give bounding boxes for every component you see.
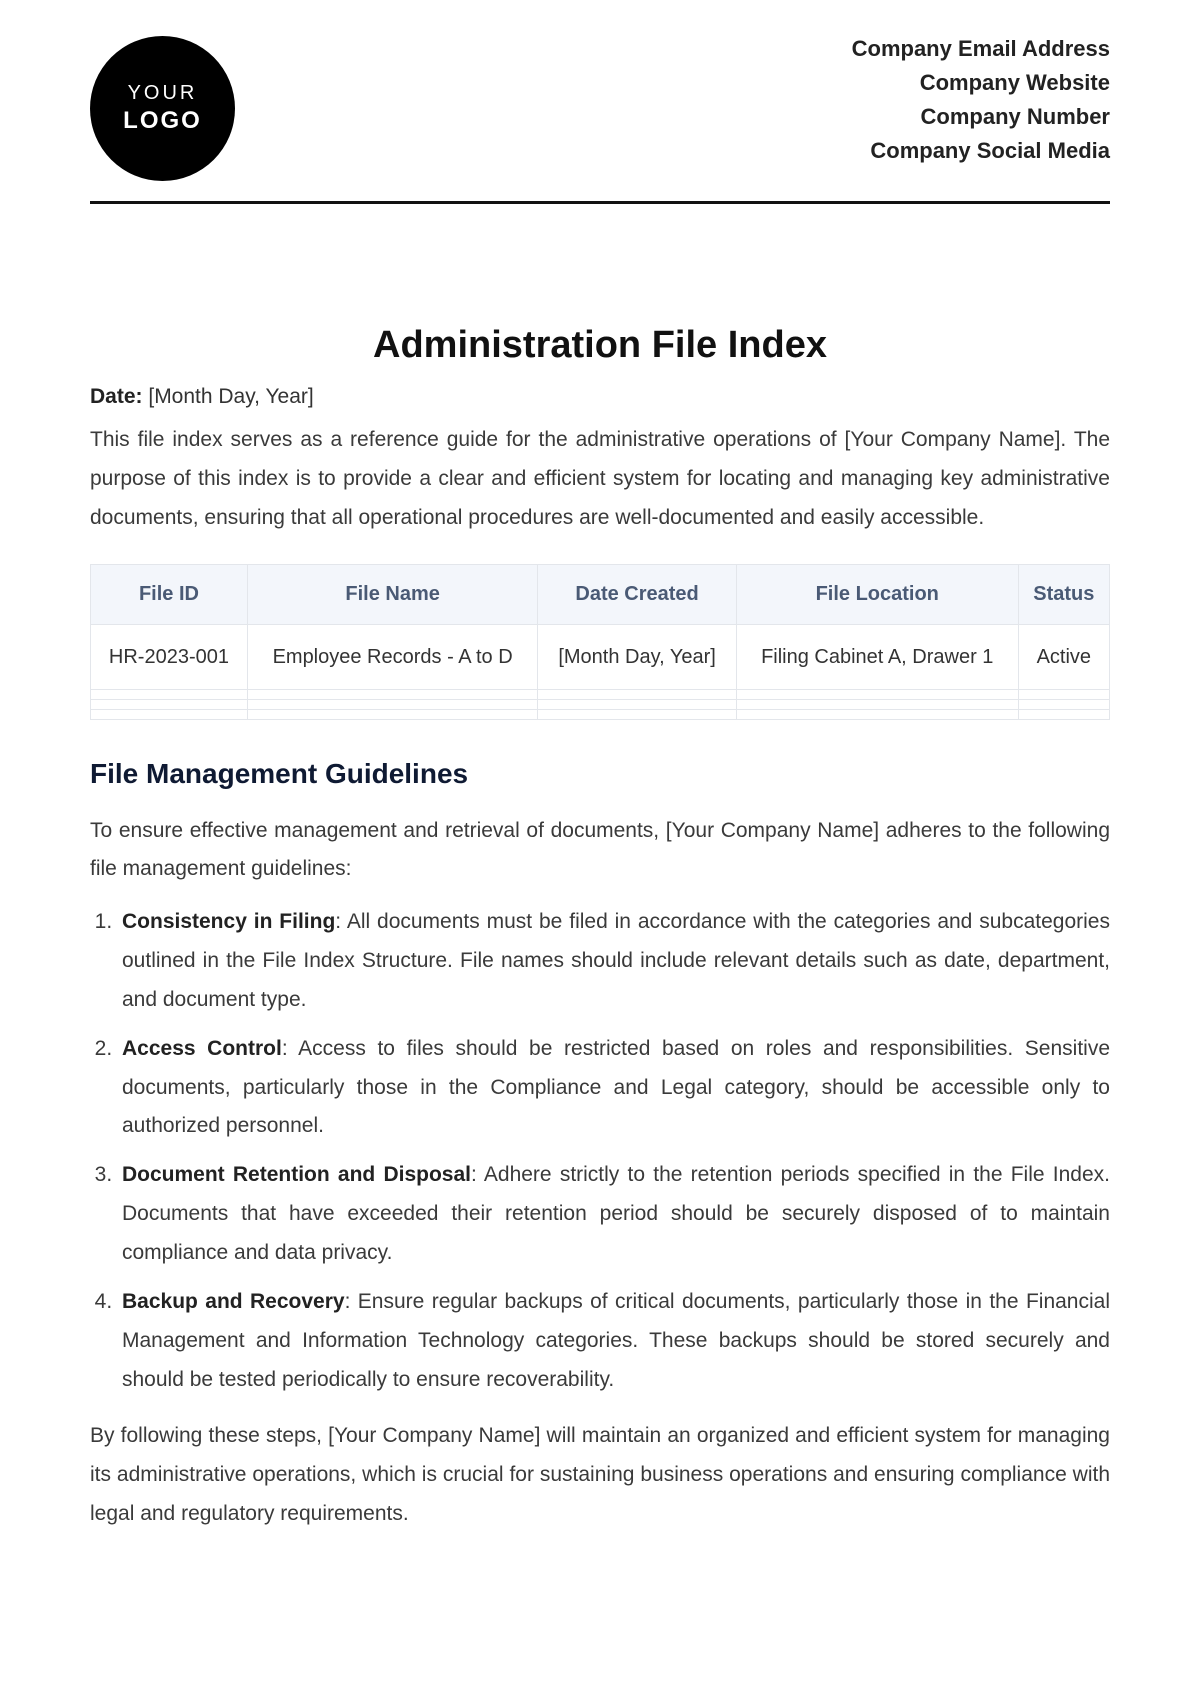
guideline-item: Backup and Recovery: Ensure regular back… (118, 1283, 1110, 1400)
table-header-row: File ID File Name Date Created File Loca… (91, 564, 1110, 624)
company-website: Company Website (852, 66, 1110, 100)
col-file-location: File Location (736, 564, 1018, 624)
guideline-title: Access Control (122, 1037, 282, 1060)
cell-file-location: Filing Cabinet A, Drawer 1 (736, 624, 1018, 689)
page-title: Administration File Index (90, 324, 1110, 367)
table-row-empty (91, 709, 1110, 719)
file-index-table: File ID File Name Date Created File Loca… (90, 564, 1110, 720)
cell-status: Active (1018, 624, 1109, 689)
guideline-title: Consistency in Filing (122, 910, 335, 933)
guidelines-list: Consistency in Filing: All documents mus… (90, 903, 1110, 1399)
guideline-item: Document Retention and Disposal: Adhere … (118, 1156, 1110, 1273)
company-info: Company Email Address Company Website Co… (852, 30, 1110, 168)
col-file-name: File Name (247, 564, 537, 624)
header-divider (90, 201, 1110, 204)
guideline-title: Document Retention and Disposal (122, 1163, 471, 1186)
guidelines-heading: File Management Guidelines (90, 758, 1110, 790)
table-row-empty (91, 689, 1110, 699)
guidelines-intro: To ensure effective management and retri… (90, 812, 1110, 890)
logo-line2: LOGO (123, 107, 202, 135)
header: YOUR LOGO Company Email Address Company … (90, 30, 1110, 201)
document-page: YOUR LOGO Company Email Address Company … (0, 0, 1200, 1594)
cell-date-created: [Month Day, Year] (538, 624, 737, 689)
date-value: [Month Day, Year] (148, 385, 313, 408)
col-date-created: Date Created (538, 564, 737, 624)
company-social: Company Social Media (852, 134, 1110, 168)
logo-line1: YOUR (128, 82, 198, 105)
table-row-empty (91, 699, 1110, 709)
cell-file-id: HR-2023-001 (91, 624, 248, 689)
date-label: Date: (90, 385, 143, 408)
conclusion-paragraph: By following these steps, [Your Company … (90, 1417, 1110, 1534)
company-email: Company Email Address (852, 32, 1110, 66)
intro-paragraph: This file index serves as a reference gu… (90, 421, 1110, 538)
cell-file-name: Employee Records - A to D (247, 624, 537, 689)
guideline-title: Backup and Recovery (122, 1290, 345, 1313)
company-number: Company Number (852, 100, 1110, 134)
col-file-id: File ID (91, 564, 248, 624)
col-status: Status (1018, 564, 1109, 624)
guideline-item: Access Control: Access to files should b… (118, 1030, 1110, 1147)
guideline-item: Consistency in Filing: All documents mus… (118, 903, 1110, 1020)
date-line: Date: [Month Day, Year] (90, 385, 1110, 409)
logo-placeholder: YOUR LOGO (90, 36, 235, 181)
table-body: HR-2023-001 Employee Records - A to D [M… (91, 624, 1110, 719)
table-row: HR-2023-001 Employee Records - A to D [M… (91, 624, 1110, 689)
